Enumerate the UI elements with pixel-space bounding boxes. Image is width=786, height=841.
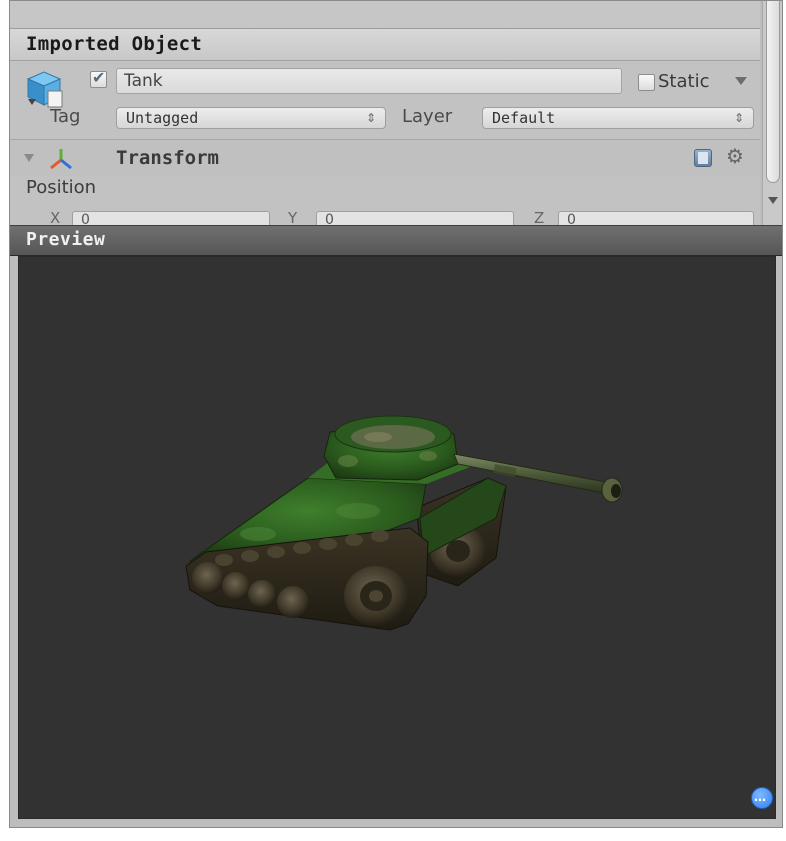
updown-arrows-icon: ⇕ xyxy=(733,111,744,125)
position-y-label: Y xyxy=(288,209,298,225)
tag-label: Tag xyxy=(50,106,81,127)
check-mark-icon: ✔ xyxy=(92,68,106,87)
tank-model-render xyxy=(185,415,623,631)
position-z-value: 0 xyxy=(567,212,576,225)
transform-component-header[interactable]: Transform ⚙ xyxy=(10,139,760,176)
object-name-field[interactable]: Tank xyxy=(116,68,622,94)
inspector-top-strip xyxy=(10,1,760,29)
layer-dropdown[interactable]: Default ⇕ xyxy=(482,107,754,129)
position-label: Position xyxy=(26,177,97,198)
position-y-field[interactable]: 0 xyxy=(316,211,514,225)
position-x-label: X xyxy=(50,209,61,225)
transform-axes-icon xyxy=(50,149,72,170)
position-y-value: 0 xyxy=(325,212,334,225)
position-z-label: Z xyxy=(534,209,545,225)
preview-settings-icon[interactable]: … xyxy=(751,787,773,809)
inspector-scrollbar[interactable] xyxy=(762,1,782,225)
position-fields: X 0 Y 0 Z 0 xyxy=(10,209,760,225)
cube-prefab-icon xyxy=(26,71,63,108)
preview-viewport[interactable] xyxy=(18,256,776,819)
help-book-icon[interactable] xyxy=(694,149,712,167)
inspector-window: Imported Object ✔ Tank Static Tag Untagg… xyxy=(9,0,783,828)
object-name-text: Tank xyxy=(124,71,163,91)
turret xyxy=(323,415,459,481)
position-x-value: 0 xyxy=(81,212,90,225)
static-label: Static xyxy=(658,71,710,92)
preview-header[interactable]: Preview xyxy=(10,225,782,256)
layer-label: Layer xyxy=(402,106,453,127)
layer-dropdown-value: Default xyxy=(492,109,556,127)
settings-glyph: … xyxy=(754,790,766,804)
inspector-panel: Imported Object ✔ Tank Static Tag Untagg… xyxy=(10,1,760,225)
position-x-field[interactable]: 0 xyxy=(72,211,270,225)
inspector-title: Imported Object xyxy=(26,33,203,55)
static-dropdown-arrow-icon[interactable] xyxy=(735,77,747,85)
static-checkbox[interactable] xyxy=(638,74,655,91)
foldout-arrow-icon[interactable] xyxy=(24,154,34,162)
tag-dropdown[interactable]: Untagged ⇕ xyxy=(116,107,386,129)
position-z-field[interactable]: 0 xyxy=(558,211,754,225)
gear-icon[interactable]: ⚙ xyxy=(726,144,744,168)
scrollbar-thumb[interactable] xyxy=(766,1,780,183)
updown-arrows-icon: ⇕ xyxy=(365,111,376,125)
active-checkbox[interactable]: ✔ xyxy=(90,68,107,88)
transform-title: Transform xyxy=(116,147,219,169)
tag-dropdown-value: Untagged xyxy=(126,109,199,127)
preview-title: Preview xyxy=(26,229,106,250)
inspector-header: Imported Object xyxy=(10,29,760,61)
scroll-down-arrow-icon[interactable] xyxy=(768,197,778,204)
